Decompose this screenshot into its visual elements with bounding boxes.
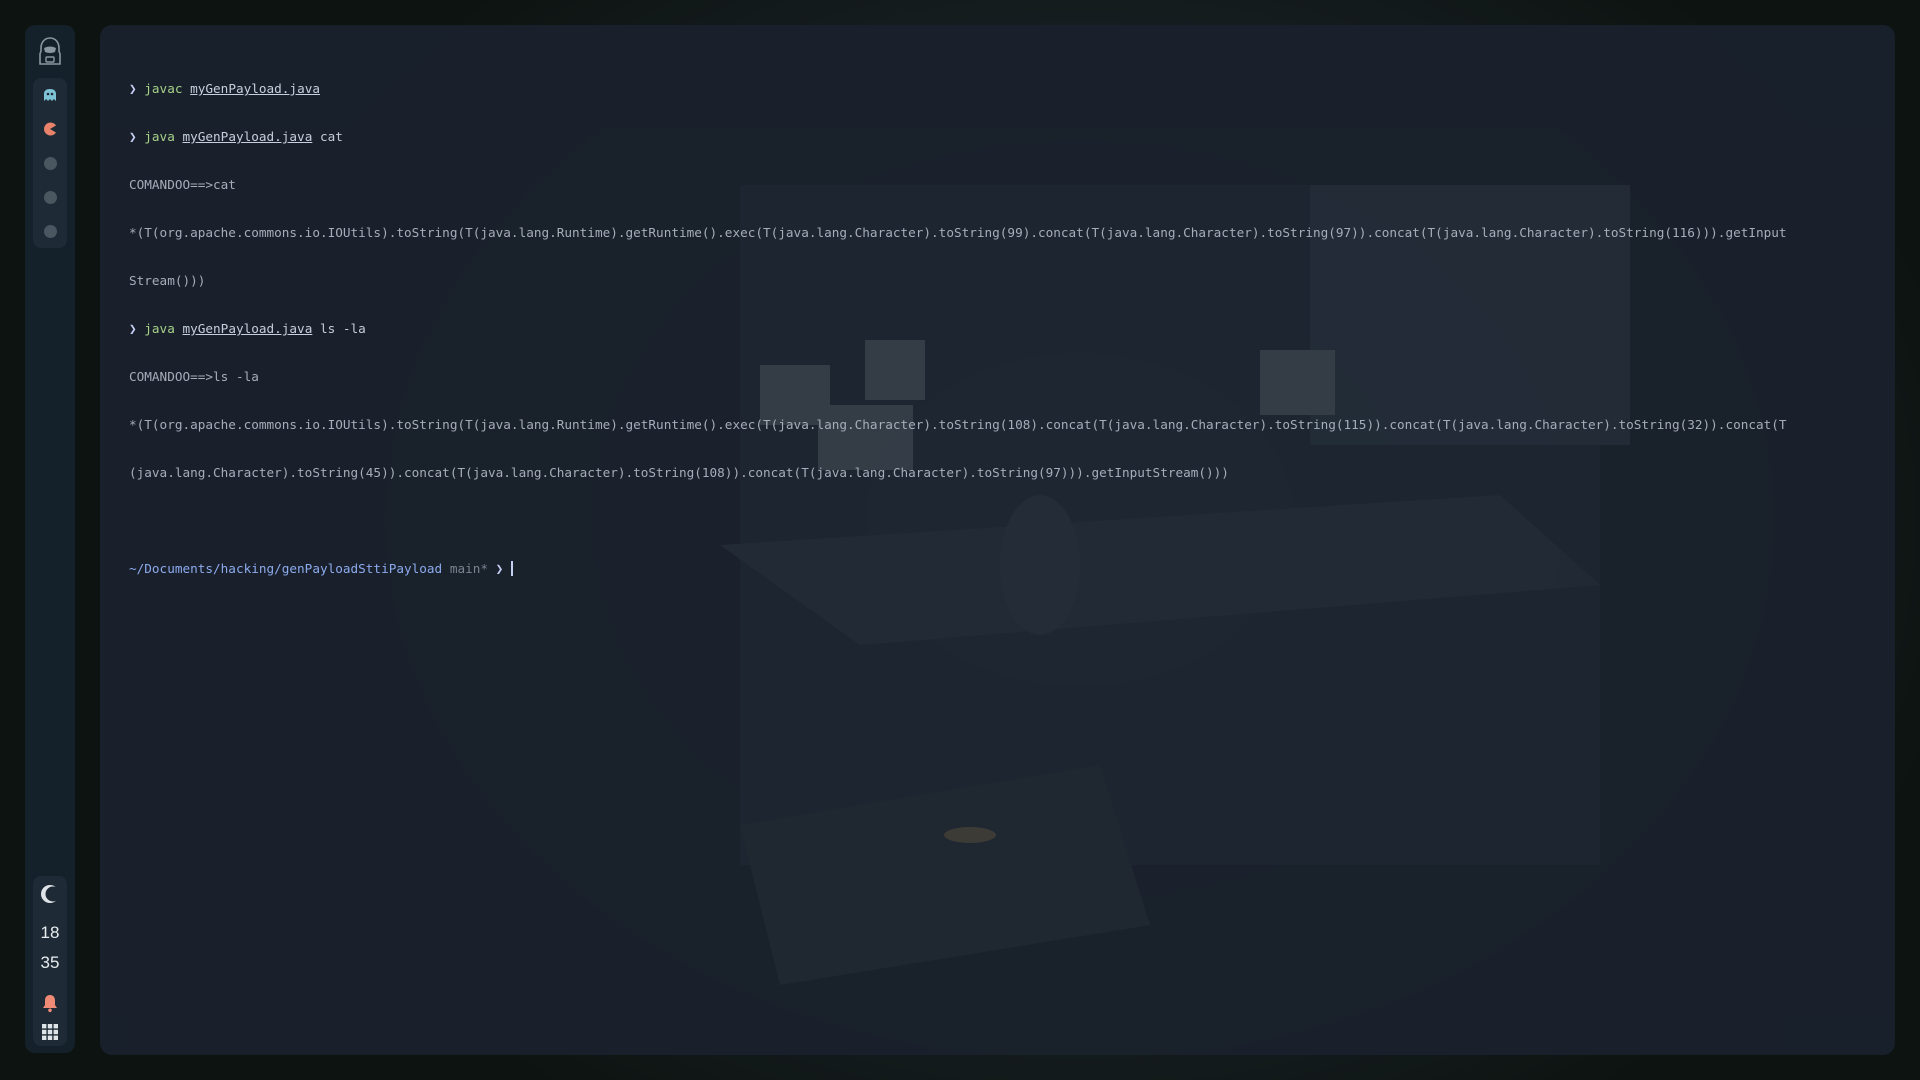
output-line: *(T(org.apache.commons.io.IOUtils).toStr… — [129, 417, 1787, 432]
status-group: 18 35 — [33, 876, 67, 1046]
prompt-symbol: ❯ — [129, 129, 137, 144]
output-line: COMANDOO==>cat — [129, 177, 236, 192]
workspace-5[interactable] — [42, 223, 58, 239]
command-name: javac — [144, 81, 183, 96]
command-args: ls -la — [319, 321, 366, 336]
sidebar: 18 35 — [25, 25, 75, 1053]
prompt-line[interactable]: ~/Documents/hacking/genPayloadSttiPayloa… — [129, 561, 1869, 577]
text-cursor — [510, 561, 513, 576]
hacker-hooded-icon[interactable] — [38, 37, 62, 65]
clock-hour: 18 — [40, 923, 60, 942]
output-line: Stream())) — [129, 273, 206, 288]
moon-icon[interactable] — [40, 884, 60, 904]
terminal-window[interactable]: ❯ javac myGenPayload.java ❯ java myGenPa… — [100, 25, 1895, 1055]
prompt-symbol: ❯ — [495, 561, 504, 576]
command-line: ❯ javac myGenPayload.java — [129, 81, 1869, 97]
workspace-3[interactable] — [42, 155, 58, 171]
bell-icon[interactable] — [41, 993, 59, 1013]
clock-minute: 35 — [40, 953, 60, 972]
file-link[interactable]: myGenPayload.java — [182, 129, 312, 144]
output-line: *(T(org.apache.commons.io.IOUtils).toStr… — [129, 225, 1787, 240]
pacman-icon — [44, 122, 56, 136]
command-line: ❯ java myGenPayload.java ls -la — [129, 321, 1869, 337]
command-args: cat — [319, 129, 343, 144]
workspace-4[interactable] — [42, 189, 58, 205]
ghost-icon — [44, 89, 56, 101]
prompt-symbol: ❯ — [129, 321, 137, 336]
terminal-output[interactable]: ❯ javac myGenPayload.java ❯ java myGenPa… — [129, 49, 1869, 609]
workspace-switcher — [33, 78, 67, 248]
git-branch: main* — [449, 561, 489, 576]
output-line: (java.lang.Character).toString(45)).conc… — [129, 465, 1229, 480]
current-directory: ~/Documents/hacking/genPayloadSttiPayloa… — [129, 561, 443, 576]
file-link[interactable]: myGenPayload.java — [182, 321, 312, 336]
prompt-symbol: ❯ — [129, 81, 137, 96]
command-line: ❯ java myGenPayload.java cat — [129, 129, 1869, 145]
desktop: 18 35 ❯ javac myGenPayload.java ❯ java m… — [0, 0, 1920, 1080]
grid-icon[interactable] — [42, 1024, 58, 1040]
output-line: COMANDOO==>ls -la — [129, 369, 259, 384]
workspace-1[interactable] — [42, 87, 58, 103]
workspace-2[interactable] — [42, 121, 58, 137]
command-name: java — [144, 321, 175, 336]
command-name: java — [144, 129, 175, 144]
file-link[interactable]: myGenPayload.java — [190, 81, 320, 96]
